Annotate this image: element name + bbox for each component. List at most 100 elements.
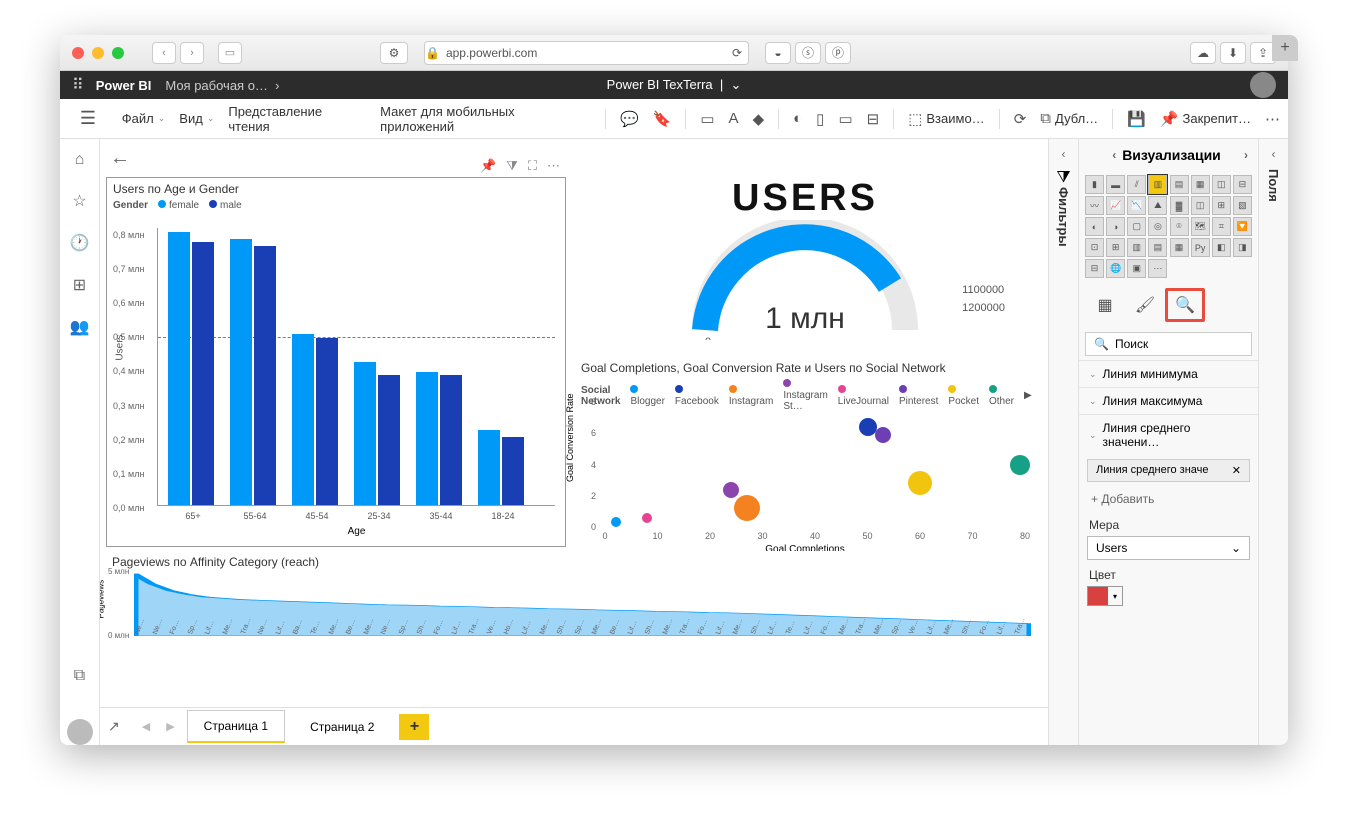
home-icon[interactable]: ⌂ — [75, 151, 85, 169]
viz-type-icon[interactable]: ⊞ — [1106, 238, 1125, 257]
area-visual[interactable]: Pageviews по Affinity Category (reach) P… — [106, 551, 1036, 666]
viz-type-icon[interactable]: 🔽 — [1233, 217, 1252, 236]
remove-chip-icon[interactable]: ✕ — [1232, 464, 1241, 477]
viz-type-icon[interactable]: ◑ — [1106, 217, 1125, 236]
filters-panel-collapsed[interactable]: ‹ ⧩ Фильтры — [1048, 139, 1078, 745]
fields-panel-collapsed[interactable]: ‹ Поля — [1258, 139, 1288, 745]
viz-type-icon[interactable]: ⊟ — [1085, 259, 1104, 278]
more-visual-icon[interactable]: ⋯ — [547, 158, 560, 174]
minimize-window[interactable] — [92, 47, 104, 59]
viz-type-icon[interactable]: ▢ — [1127, 217, 1146, 236]
visual4-icon[interactable]: ⊟ — [867, 110, 880, 128]
viz-type-icon[interactable]: Py — [1191, 238, 1210, 257]
maximize-window[interactable] — [112, 47, 124, 59]
viz-type-icon[interactable]: 📉 — [1127, 196, 1146, 215]
viz-type-icon[interactable]: ◫ — [1212, 175, 1231, 194]
menu-file[interactable]: Файл⌄ — [122, 111, 166, 126]
nav-hamburger-icon[interactable]: ☰ — [68, 108, 108, 129]
viz-type-icon[interactable]: ⊡ — [1085, 238, 1104, 257]
back-arrow-icon[interactable]: ← — [110, 147, 130, 170]
page-tab-2[interactable]: Страница 2 — [293, 711, 391, 743]
viz-type-icon[interactable]: ▧ — [1233, 196, 1252, 215]
viz-type-icon[interactable]: ⛰ — [1148, 196, 1167, 215]
viz-type-icon[interactable]: ◨ — [1233, 238, 1252, 257]
new-tab-button[interactable]: + — [1272, 35, 1298, 61]
viz-type-icon[interactable]: 🌐 — [1106, 259, 1125, 278]
viz-type-icon[interactable]: ▤ — [1170, 175, 1189, 194]
report-canvas[interactable]: ← 📌 ⧩ ⛶ ⋯ Users по Age и Gender Gender f… — [100, 139, 1048, 745]
shared-icon[interactable]: 👥 — [70, 317, 90, 337]
viz-type-icon[interactable]: ▥ — [1127, 238, 1146, 257]
gauge-visual[interactable]: USERS 0 1 млн 1100000 1200000 — [575, 177, 1035, 357]
viz-type-icon[interactable]: ▤ — [1148, 238, 1167, 257]
avg-line-chip[interactable]: Линия среднего значе✕ — [1087, 459, 1250, 482]
search-input[interactable]: 🔍 Поиск — [1085, 332, 1252, 356]
apps-icon[interactable]: ⊞ — [73, 275, 86, 295]
focus-visual-icon[interactable]: ⛶ — [528, 158, 537, 174]
refresh-icon[interactable]: ⟳ — [1014, 110, 1027, 128]
filter-visual-icon[interactable]: ⧩ — [506, 158, 518, 174]
report-title[interactable]: Power BI TexTerra | ⌄ — [607, 77, 742, 93]
line-min-section[interactable]: ⌄Линия минимума — [1079, 360, 1258, 387]
comment-icon[interactable]: 💬 — [620, 110, 639, 128]
viz-type-icon[interactable]: ⋯ — [1148, 259, 1167, 278]
extension-icon[interactable]: ⓢ — [795, 42, 821, 64]
format-tab-icon[interactable]: 🖌 — [1125, 288, 1165, 322]
viz-type-icon[interactable]: 〰 — [1085, 196, 1104, 215]
pin-visual-icon[interactable]: 📌 — [480, 158, 496, 174]
line-avg-section[interactable]: ⌄Линия среднего значени… — [1079, 414, 1258, 455]
measure-dropdown[interactable]: Users⌄ — [1087, 536, 1250, 560]
viz-type-icon[interactable]: ▬ — [1106, 175, 1125, 194]
interactions[interactable]: ⬚Взаимо… — [908, 110, 984, 128]
shapes-icon[interactable]: ◆ — [753, 110, 765, 128]
add-page-button[interactable]: + — [399, 714, 429, 740]
viz-type-icon[interactable]: ▥ — [1148, 175, 1167, 194]
save-icon[interactable]: 💾 — [1127, 110, 1146, 128]
viz-type-icon[interactable]: ▦ — [1170, 238, 1189, 257]
color-picker[interactable]: ▾ — [1087, 586, 1123, 606]
viz-type-icon[interactable]: ▓ — [1170, 196, 1189, 215]
analytics-tab-icon[interactable]: 🔍 — [1165, 288, 1205, 322]
viz-type-icon[interactable]: ◐ — [1085, 217, 1104, 236]
download-icon[interactable]: ⬇ — [1220, 42, 1246, 64]
brand[interactable]: Power BI — [96, 78, 152, 93]
viz-type-icon[interactable]: ▮ — [1085, 175, 1104, 194]
bar-chart-visual[interactable]: 📌 ⧩ ⛶ ⋯ Users по Age и Gender Gender fem… — [106, 177, 566, 547]
text-icon[interactable]: A — [729, 110, 739, 127]
viz-type-icon[interactable]: ⫽ — [1127, 175, 1146, 194]
breadcrumb[interactable]: Моя рабочая о… › — [165, 78, 279, 93]
sidebar-toggle[interactable]: ▭ — [218, 42, 242, 64]
viz-type-icon[interactable]: ⊞ — [1212, 196, 1231, 215]
line-max-section[interactable]: ⌄Линия максимума — [1079, 387, 1258, 414]
page-next[interactable]: ▶ — [162, 720, 178, 733]
viz-type-icon[interactable]: ▣ — [1127, 259, 1146, 278]
page-prev[interactable]: ◀ — [138, 720, 154, 733]
viz-type-icon[interactable]: ◫ — [1191, 196, 1210, 215]
viz-type-icon[interactable]: 📈 — [1106, 196, 1125, 215]
viz-type-icon[interactable]: 🗺 — [1191, 217, 1210, 236]
viz-type-icon[interactable]: ⌾ — [1170, 217, 1189, 236]
more-icon[interactable]: ⋯ — [1265, 110, 1280, 128]
avatar[interactable] — [1250, 72, 1276, 98]
browser-back[interactable]: ‹ — [152, 42, 176, 64]
reading-view[interactable]: Представление чтения — [228, 104, 366, 134]
cloud-icon[interactable]: ☁ — [1190, 42, 1216, 64]
visual2-icon[interactable]: ▯ — [816, 110, 824, 128]
visual1-icon[interactable]: ◐ — [793, 110, 802, 127]
page-tab-1[interactable]: Страница 1 — [187, 710, 285, 743]
visual3-icon[interactable]: ▭ — [838, 110, 852, 128]
viz-type-icon[interactable]: ▦ — [1191, 175, 1210, 194]
fields-tab-icon[interactable]: ▦ — [1085, 288, 1125, 322]
scatter-visual[interactable]: Goal Completions, Goal Conversion Rate и… — [575, 357, 1035, 557]
mobile-layout[interactable]: Макет для мобильных приложений — [380, 104, 591, 134]
workspaces-icon[interactable]: ⧉ — [74, 667, 85, 685]
user-avatar-small[interactable] — [67, 719, 93, 745]
extension-pocket-icon[interactable]: ◒ — [765, 42, 791, 64]
expand-icon[interactable]: ↗ — [108, 718, 120, 735]
close-window[interactable] — [72, 47, 84, 59]
viz-type-icon[interactable]: ◎ — [1148, 217, 1167, 236]
viz-type-icon[interactable]: ◧ — [1212, 238, 1231, 257]
menu-view[interactable]: Вид⌄ — [179, 111, 214, 126]
browser-settings-icon[interactable]: ⚙ — [380, 42, 408, 64]
viz-type-icon[interactable]: ⊟ — [1233, 175, 1252, 194]
